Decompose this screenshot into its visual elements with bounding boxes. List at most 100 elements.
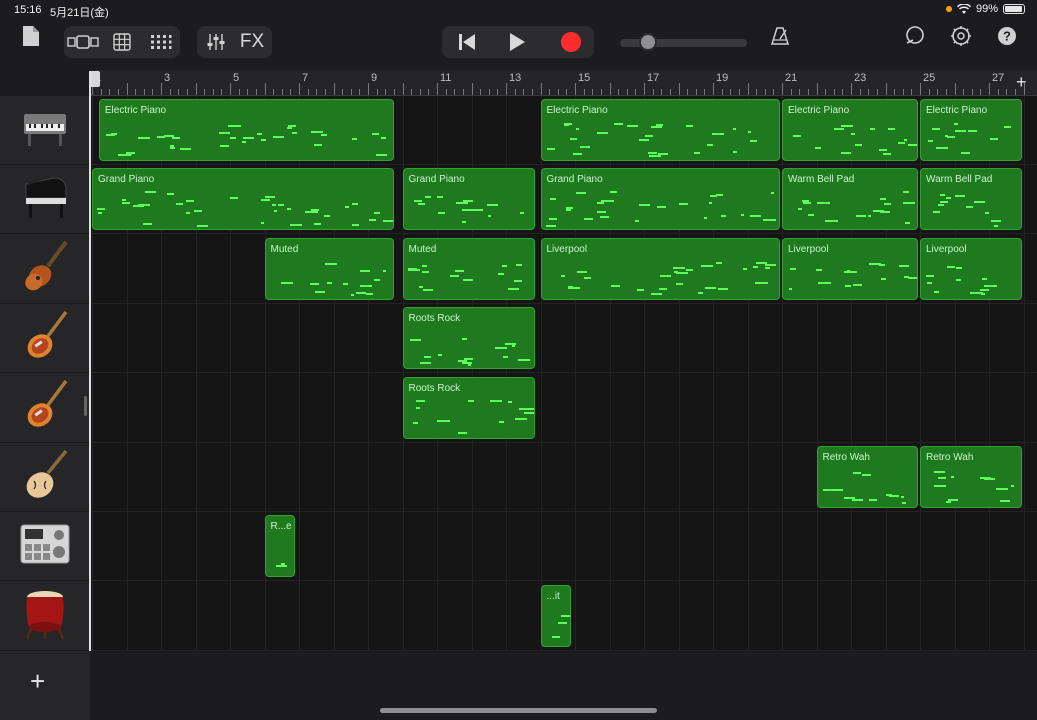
- midi-note: [601, 199, 614, 202]
- midi-region[interactable]: ...it: [540, 584, 572, 647]
- midi-region[interactable]: Retro Wah: [920, 446, 1022, 508]
- midi-note: [437, 419, 451, 422]
- midi-region[interactable]: R...e: [264, 515, 296, 578]
- midi-note: [901, 501, 906, 504]
- midi-region[interactable]: Electric Piano: [540, 99, 780, 161]
- midi-note: [825, 219, 839, 222]
- midi-note: [968, 129, 978, 132]
- track-header-electric-guitar[interactable]: [0, 374, 90, 443]
- region-name: Grand Piano: [408, 174, 465, 186]
- midi-note: [869, 127, 875, 130]
- metronome-button[interactable]: [765, 20, 795, 52]
- electric-guitar-icon: [20, 308, 70, 369]
- mixer-button[interactable]: [199, 26, 233, 58]
- midi-note: [327, 282, 332, 285]
- midi-note: [872, 210, 884, 213]
- midi-region[interactable]: Retro Wah: [816, 446, 918, 508]
- midi-note: [558, 621, 567, 624]
- record-button[interactable]: [550, 26, 592, 58]
- help-button[interactable]: ?: [992, 20, 1022, 52]
- midi-region[interactable]: Warm Bell Pad: [782, 168, 918, 231]
- region-name: Grand Piano: [546, 174, 603, 186]
- track-lane[interactable]: [90, 374, 1037, 443]
- midi-region[interactable]: Liverpool: [540, 237, 780, 300]
- document-icon: [23, 26, 39, 46]
- midi-region[interactable]: Liverpool: [782, 237, 918, 300]
- midi-note: [851, 132, 855, 135]
- midi-region[interactable]: Roots Rock: [402, 376, 536, 439]
- play-button[interactable]: [496, 26, 538, 58]
- master-volume-knob[interactable]: [639, 33, 657, 51]
- track-header-bass-guitar[interactable]: [0, 235, 90, 304]
- timeline-ruler[interactable]: 13579111315171921232527: [90, 70, 1037, 96]
- region-name: Electric Piano: [104, 105, 167, 116]
- midi-note: [464, 358, 473, 361]
- loop-icon: [906, 26, 924, 44]
- playhead-handle[interactable]: [90, 71, 100, 87]
- midi-note: [260, 198, 270, 201]
- midi-region[interactable]: Roots Rock: [402, 307, 536, 370]
- track-lane[interactable]: [90, 512, 1037, 582]
- midi-region[interactable]: Liverpool: [920, 237, 1022, 300]
- midi-note: [938, 203, 944, 206]
- midi-region[interactable]: Grand Piano: [402, 168, 536, 231]
- track-lane[interactable]: [90, 304, 1037, 374]
- region-name: Electric Piano: [926, 105, 988, 116]
- midi-region[interactable]: Electric Piano: [98, 99, 394, 161]
- tracks-area[interactable]: Electric Piano Electric Piano Electric Pia…: [90, 96, 1037, 651]
- hollow-body-guitar-icon: [20, 447, 70, 508]
- track-view-button[interactable]: [64, 26, 102, 58]
- midi-region[interactable]: Grand Piano: [540, 168, 780, 231]
- track-header-electric-piano[interactable]: [0, 96, 90, 165]
- document-button[interactable]: [18, 20, 44, 52]
- ruler-tick: [747, 83, 749, 95]
- midi-region[interactable]: Grand Piano: [92, 168, 394, 231]
- midi-note: [380, 137, 386, 140]
- ruler-tick: [540, 83, 542, 95]
- midi-note: [137, 204, 150, 207]
- midi-note: [275, 565, 282, 568]
- midi-note: [597, 201, 604, 204]
- keyboard-view-button[interactable]: [144, 26, 178, 58]
- track-header-drum-machine[interactable]: [0, 512, 90, 582]
- midi-note: [383, 220, 393, 223]
- track-header-electric-guitar[interactable]: [0, 304, 90, 374]
- ruler-tick: [894, 89, 896, 95]
- midi-note: [694, 151, 700, 154]
- add-track-button[interactable]: +: [30, 666, 45, 697]
- midi-note: [840, 124, 854, 127]
- drum-machine-icon: [19, 522, 71, 571]
- region-name: Warm Bell Pad: [926, 174, 993, 186]
- midi-note: [292, 131, 298, 134]
- midi-note: [458, 431, 467, 434]
- loop-browser-button[interactable]: [900, 20, 930, 52]
- midi-note: [421, 271, 429, 274]
- midi-note: [261, 138, 266, 141]
- track-header-grand-piano[interactable]: [0, 165, 90, 235]
- grid-view-button[interactable]: [106, 26, 138, 58]
- midi-region[interactable]: Muted: [402, 237, 536, 300]
- midi-note: [549, 197, 556, 200]
- midi-note: [575, 191, 587, 194]
- region-name: Grand Piano: [98, 174, 155, 186]
- midi-note: [886, 494, 892, 497]
- ruler-tick: [652, 89, 654, 95]
- midi-region[interactable]: Warm Bell Pad: [920, 168, 1022, 231]
- midi-note: [644, 134, 653, 137]
- midi-note: [707, 143, 713, 146]
- fx-button[interactable]: FX: [235, 26, 269, 58]
- settings-button[interactable]: [946, 20, 976, 52]
- ruler-tick: [514, 89, 516, 95]
- rewind-button[interactable]: [446, 26, 488, 58]
- ruler-tick: [764, 89, 766, 95]
- track-header-taiko-drum[interactable]: [0, 582, 90, 651]
- midi-region[interactable]: Muted: [264, 237, 394, 300]
- track-header-hollow-body-guitar[interactable]: [0, 443, 90, 512]
- toolbar: FX ?: [0, 20, 1037, 70]
- midi-region[interactable]: Electric Piano: [920, 99, 1022, 161]
- midi-note: [841, 152, 852, 154]
- add-section-button[interactable]: +: [1016, 72, 1027, 93]
- ruler-tick: [143, 89, 145, 95]
- midi-note: [422, 264, 427, 267]
- midi-region[interactable]: Electric Piano: [782, 99, 918, 161]
